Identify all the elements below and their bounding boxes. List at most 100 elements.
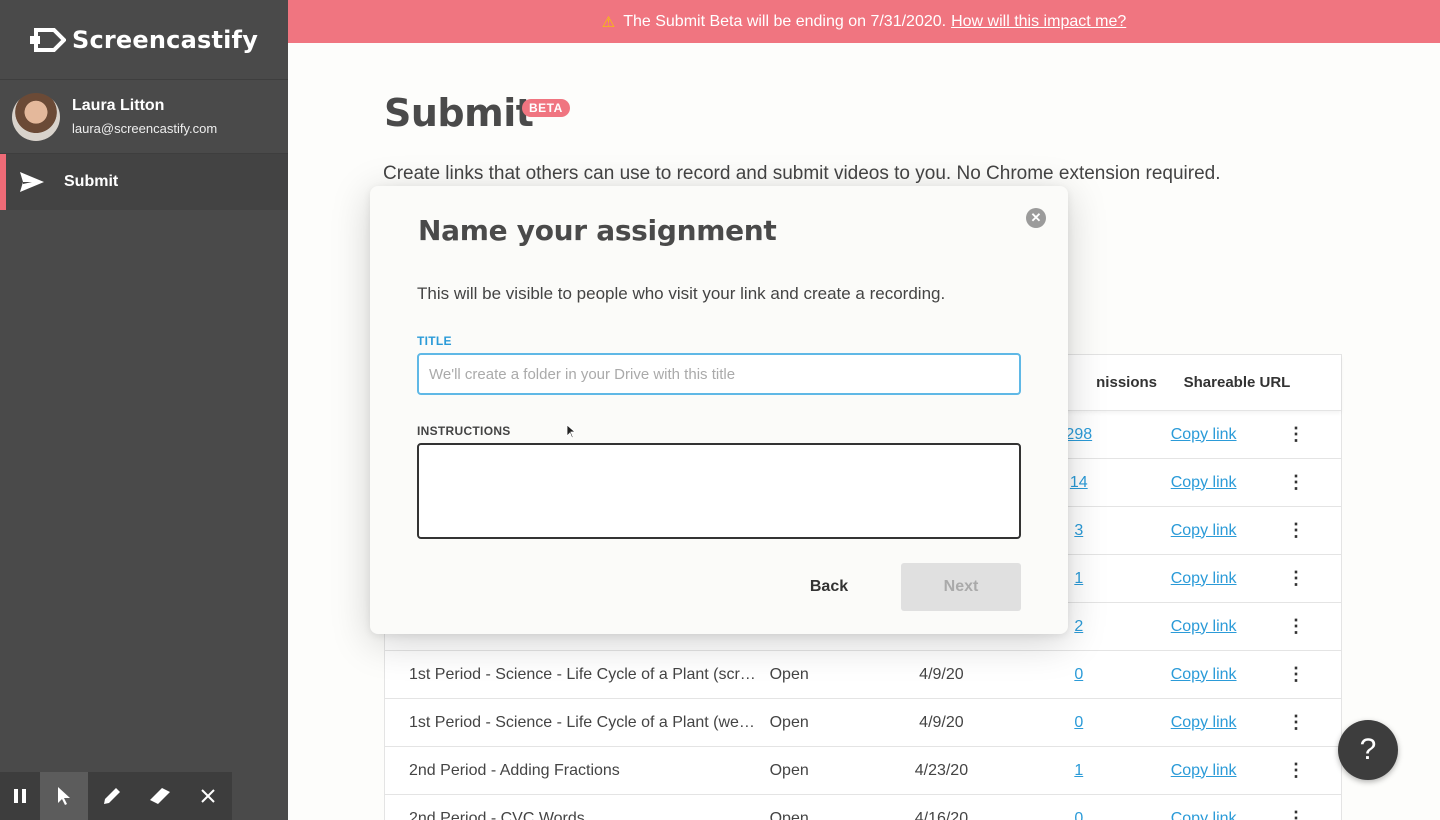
row-date: 4/9/20 [919,713,964,731]
beta-badge: BETA [522,99,570,117]
row-status: Open [769,761,809,779]
next-button[interactable]: Next [901,563,1021,611]
copy-link[interactable]: Copy link [1171,714,1237,731]
logo[interactable]: Screencastify [0,0,288,80]
row-submissions-link[interactable]: 298 [1065,426,1092,443]
row-date: 4/23/20 [914,761,969,779]
close-icon[interactable]: ✕ [1026,208,1046,228]
row-submissions-link-cell: 0 [1001,810,1156,820]
row-submissions-link[interactable]: 0 [1074,714,1083,731]
row-status-cell: Open [770,666,882,684]
row-date-cell: 4/16/20 [881,810,1001,820]
sidebar-item-label: Submit [64,173,119,190]
row-submissions-link[interactable]: 1 [1074,762,1083,779]
row-date-cell: 4/9/20 [881,714,1001,732]
more-options-icon[interactable]: ⋮ [1251,568,1341,589]
mouse-cursor-icon [566,424,576,439]
help-button[interactable]: ? [1338,720,1398,780]
pause-icon [14,789,26,803]
copy-link[interactable]: Copy link [1171,522,1237,539]
row-status-cell: Open [770,762,882,780]
more-options-icon[interactable]: ⋮ [1251,616,1341,637]
copy-link[interactable]: Copy link [1171,618,1237,635]
row-submissions-link-cell: 0 [1001,714,1156,732]
copy-link-cell: Copy link [1156,426,1251,444]
table-row[interactable]: 2nd Period - Adding Fractions Open 4/23/20… [385,747,1341,795]
row-title: 1st Period - Science - Life Cycle of a P… [409,713,755,731]
row-submissions-link-cell: 1 [1001,762,1156,780]
instructions-label: INSTRUCTIONS [417,424,511,438]
avatar [12,92,60,141]
row-title-cell: 1st Period - Science - Life Cycle of a P… [385,666,770,684]
row-title: 2nd Period - CVC Words [409,809,585,820]
cursor-icon [58,787,70,805]
title-input[interactable] [417,353,1021,395]
banner-link[interactable]: How will this impact me? [951,13,1126,31]
pen-tool-button[interactable] [88,772,136,820]
title-label: TITLE [417,334,452,348]
pointer-tool-button[interactable] [40,772,88,820]
table-row[interactable]: 1st Period - Science - Life Cycle of a P… [385,651,1341,699]
row-submissions-link[interactable]: 3 [1074,522,1083,539]
column-header-url: Shareable URL [1183,374,1291,391]
user-profile[interactable]: Laura Litton laura@screencastify.com [0,80,288,154]
warning-icon: ⚠ [601,13,616,31]
row-date: 4/16/20 [914,809,969,820]
copy-link[interactable]: Copy link [1171,810,1237,820]
more-options-icon[interactable]: ⋮ [1251,760,1341,781]
row-status: Open [769,809,809,820]
more-options-icon[interactable]: ⋮ [1251,712,1341,733]
row-status: Open [769,665,809,683]
copy-link[interactable]: Copy link [1171,666,1237,683]
more-options-icon[interactable]: ⋮ [1251,664,1341,685]
copy-link-cell: Copy link [1156,762,1251,780]
row-title-cell: 2nd Period - CVC Words [385,810,770,820]
logo-text: Screencastify [71,25,259,54]
table-row[interactable]: 1st Period - Science - Life Cycle of a P… [385,699,1341,747]
close-toolbar-button[interactable] [184,772,232,820]
copy-link-cell: Copy link [1156,666,1251,684]
copy-link[interactable]: Copy link [1171,762,1237,779]
row-date-cell: 4/9/20 [881,666,1001,684]
row-submissions-link[interactable]: 0 [1074,666,1083,683]
row-submissions-link[interactable]: 14 [1070,474,1088,491]
row-submissions-link[interactable]: 2 [1074,618,1083,635]
beta-ending-banner: ⚠ The Submit Beta will be ending on 7/31… [288,0,1440,43]
more-options-icon[interactable]: ⋮ [1251,808,1341,820]
copy-link[interactable]: Copy link [1171,426,1237,443]
sidebar-item-submit[interactable]: Submit [0,154,288,210]
user-name: Laura Litton [72,97,165,114]
copy-link-cell: Copy link [1156,570,1251,588]
instructions-textarea[interactable] [417,443,1021,539]
copy-link[interactable]: Copy link [1171,570,1237,587]
copy-link-cell: Copy link [1156,522,1251,540]
send-icon [20,172,44,192]
row-date-cell: 4/23/20 [881,762,1001,780]
copy-link-cell: Copy link [1156,474,1251,492]
row-status-cell: Open [770,810,882,820]
copy-link[interactable]: Copy link [1171,474,1237,491]
row-submissions-link[interactable]: 1 [1074,570,1083,587]
back-button[interactable]: Back [790,563,868,611]
page-subtitle: Create links that others can use to reco… [383,163,1221,184]
row-submissions-link[interactable]: 0 [1074,810,1083,820]
table-row[interactable]: 2nd Period - CVC Words Open 4/16/20 0 Copy l… [385,795,1341,820]
more-options-icon[interactable]: ⋮ [1251,520,1341,541]
screencastify-logo-icon [29,27,66,52]
annotation-toolbar [0,772,232,820]
copy-link-cell: Copy link [1156,714,1251,732]
dialog-title: Name your assignment [418,214,777,247]
copy-link-cell: Copy link [1156,810,1251,820]
pencil-icon [104,788,120,804]
page-title: Submit [384,91,534,135]
more-options-icon[interactable]: ⋮ [1251,424,1341,445]
eraser-tool-button[interactable] [136,772,184,820]
user-email: laura@screencastify.com [72,121,218,136]
close-icon [201,789,215,803]
more-options-icon[interactable]: ⋮ [1251,472,1341,493]
pause-button[interactable] [0,772,40,820]
name-assignment-dialog: ✕ Name your assignment This will be visi… [370,186,1068,634]
sidebar: Screencastify Laura Litton laura@screenc… [0,0,288,820]
row-title-cell: 1st Period - Science - Life Cycle of a P… [385,714,770,732]
row-title: 2nd Period - Adding Fractions [409,761,620,779]
